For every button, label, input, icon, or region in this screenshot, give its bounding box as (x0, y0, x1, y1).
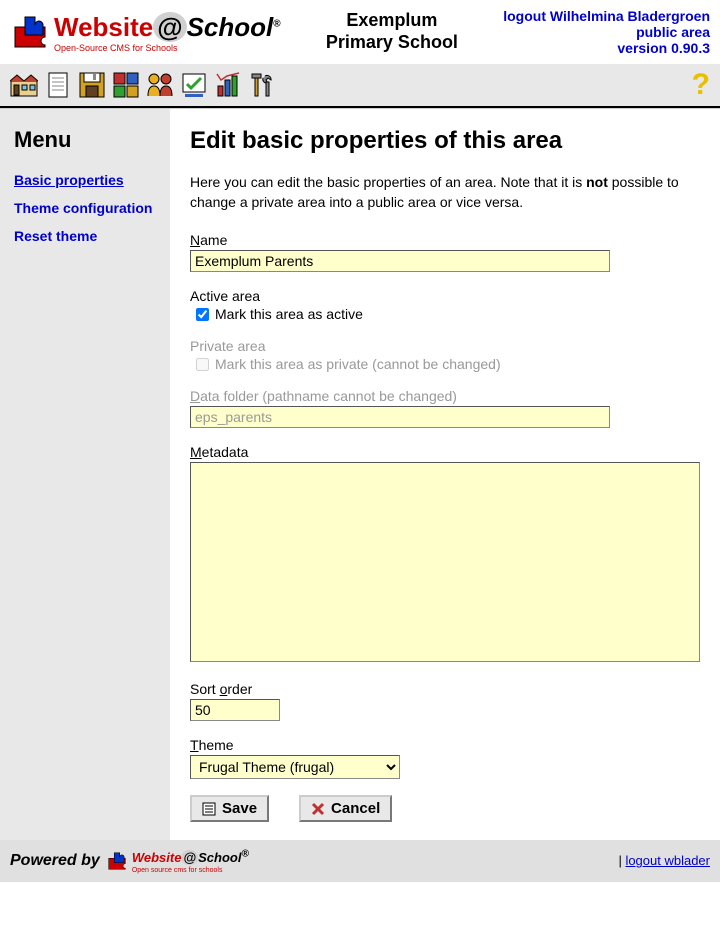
logo-subtitle: Open-Source CMS for Schools (54, 43, 281, 53)
save-small-icon (202, 802, 216, 816)
modules-icon[interactable] (112, 71, 140, 99)
main: Menu Basic properties Theme configuratio… (0, 108, 720, 840)
sort-input[interactable] (190, 699, 280, 721)
tools-icon[interactable] (248, 71, 276, 99)
private-checkbox-label: Mark this area as private (cannot be cha… (215, 356, 501, 372)
page-title: Edit basic properties of this area (190, 127, 700, 155)
users-icon[interactable] (146, 71, 174, 99)
save-button[interactable]: Save (190, 795, 269, 822)
user-info: logout Wilhelmina Bladergroen public are… (503, 8, 710, 56)
header: Website@School® Open-Source CMS for Scho… (0, 0, 720, 64)
config-icon[interactable] (180, 71, 208, 99)
footer: Powered by Website@School® Open source c… (0, 840, 720, 881)
page-icon[interactable] (44, 71, 72, 99)
active-checkbox[interactable] (196, 308, 209, 321)
name-input[interactable] (190, 250, 610, 272)
school-line1: Exemplum (281, 10, 504, 32)
footer-puzzle-icon (106, 850, 128, 872)
stats-icon[interactable] (214, 71, 242, 99)
active-label: Active area (190, 288, 700, 304)
theme-label: Theme (190, 737, 700, 753)
folder-label: Data folder (pathname cannot be changed) (190, 388, 700, 404)
save-disk-icon[interactable] (78, 71, 106, 99)
toolbar: ? (0, 64, 720, 108)
sidebar: Menu Basic properties Theme configuratio… (0, 109, 170, 840)
home-icon[interactable] (10, 71, 38, 99)
theme-select[interactable]: Frugal Theme (frugal) (190, 755, 400, 779)
metadata-input[interactable] (190, 462, 700, 662)
school-name: Exemplum Primary School (281, 10, 504, 53)
sort-label: Sort order (190, 681, 700, 697)
help-icon[interactable]: ? (692, 68, 710, 102)
logo-text-school: School (187, 12, 274, 42)
logout-link[interactable]: logout Wilhelmina Bladergroen (503, 8, 710, 24)
content: Edit basic properties of this area Here … (170, 109, 720, 840)
cancel-x-icon (311, 802, 325, 816)
footer-logo-sub: Open source cms for schools (132, 867, 249, 874)
version-label: version 0.90.3 (617, 40, 710, 56)
footer-links: | logout wblader (618, 853, 710, 868)
name-label: Name (190, 232, 700, 248)
school-line2: Primary School (281, 32, 504, 54)
private-label: Private area (190, 338, 700, 354)
active-checkbox-label: Mark this area as active (215, 306, 363, 322)
logo-text-website: Website (54, 12, 153, 42)
powered-by-label: Powered by (10, 852, 100, 870)
menu-title: Menu (14, 127, 156, 153)
footer-logo[interactable]: Website@School® Open source cms for scho… (106, 848, 249, 873)
cancel-button[interactable]: Cancel (299, 795, 392, 822)
metadata-label: Metadata (190, 444, 700, 460)
folder-input (190, 406, 610, 428)
public-area-link[interactable]: public area (636, 24, 710, 40)
private-checkbox (196, 358, 209, 371)
sidebar-item-basic-properties[interactable]: Basic properties (14, 171, 156, 189)
puzzle-icon (10, 12, 50, 52)
footer-logout-link[interactable]: logout wblader (625, 853, 710, 868)
sidebar-item-reset-theme[interactable]: Reset theme (14, 227, 156, 245)
sidebar-item-theme-config[interactable]: Theme configuration (14, 199, 156, 217)
intro-text: Here you can edit the basic properties o… (190, 173, 700, 212)
logo-text-at: @ (153, 12, 186, 42)
logo[interactable]: Website@School® Open-Source CMS for Scho… (10, 12, 281, 53)
